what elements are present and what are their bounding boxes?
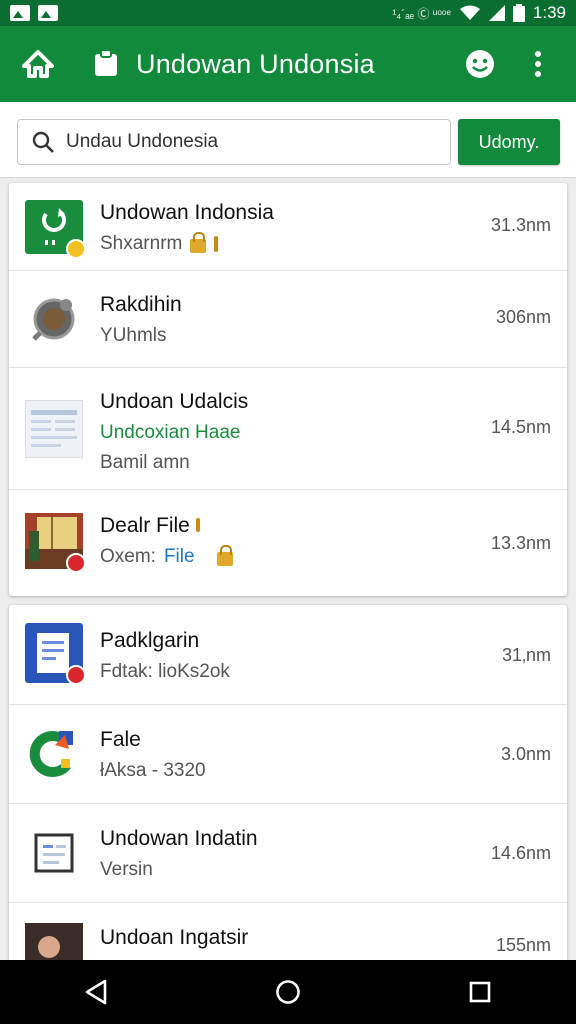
item-texts: Undoan Udalcis Undcoxian Haae Bamil amn: [100, 390, 248, 474]
wifi-icon: [459, 5, 480, 20]
app-toolbar: Undowan Undonsia: [0, 26, 576, 102]
item-subtitle: Oxem:: [100, 546, 156, 567]
search-icon: [32, 131, 54, 153]
list-item[interactable]: Undoan Udalcis Undcoxian Haae Bamil amn …: [9, 368, 567, 490]
item-subtitle: łAksa - 3320: [100, 760, 206, 781]
home-icon[interactable]: [18, 44, 58, 84]
search-box[interactable]: [17, 119, 451, 165]
person-photo-icon: [25, 923, 83, 965]
item-texts: Padklgarin Fdtak: lioKs2ok: [100, 629, 230, 683]
item-title: Dealr File: [100, 514, 190, 537]
framed-doc-icon: [25, 824, 83, 882]
results-card-top: Undowan Indonsia Shxarnrm 31.3nm Rakdihi…: [9, 183, 567, 596]
item-subtitle-line: Shxarnrm: [100, 232, 274, 255]
item-texts: Undoan Ingatsir: [100, 926, 248, 950]
item-title: Padklgarin: [100, 629, 200, 652]
pin-icon: [214, 236, 219, 252]
lock-icon: [216, 545, 233, 566]
item-title: Fale: [100, 728, 141, 751]
item-subtitle: YUhmls: [100, 325, 167, 346]
smiley-icon[interactable]: [460, 44, 500, 84]
list-item[interactable]: Rakdihin YUhmls 306nm: [9, 271, 567, 368]
page-title: Undowan Undonsia: [136, 48, 375, 79]
badge-icon: [66, 553, 86, 573]
item-texts: Rakdihin YUhmls: [100, 293, 182, 347]
item-subtitle: Fdtak: lioKs2ok: [100, 661, 230, 682]
lock-icon: [190, 232, 207, 253]
photo-thumb-icon: [25, 512, 86, 573]
search-bar: Udomy.: [0, 102, 576, 178]
recents-icon[interactable]: [445, 967, 515, 1017]
results-card-bottom: Padklgarin Fdtak: lioKs2ok 31‚nm Fale łA…: [9, 605, 567, 965]
signal-icon: [488, 5, 505, 21]
item-subtitle: Shxarnrm: [100, 233, 183, 254]
gear-lens-icon: [25, 290, 83, 348]
item-size: 3.0nm: [500, 744, 551, 764]
item-size: 155nm: [495, 935, 551, 955]
search-input[interactable]: [66, 131, 426, 153]
item-size: 14.6nm: [490, 843, 551, 863]
back-icon[interactable]: [61, 967, 131, 1017]
image-icon: [38, 5, 58, 21]
item-title: Undowan Indonsia: [100, 201, 274, 224]
item-title: Undoan Ingatsir: [100, 926, 249, 949]
item-title: Rakdihin: [100, 293, 182, 316]
home-circle-icon[interactable]: [253, 967, 323, 1017]
list-item[interactable]: Fale łAksa - 3320 3.0nm: [9, 705, 567, 804]
item-size: 31‚nm: [501, 645, 551, 665]
item-subtitle: Versin: [100, 859, 153, 880]
item-title-line: Dealr File: [100, 514, 233, 538]
item-subtitle: Undcoxian Haae: [100, 422, 241, 443]
list-item[interactable]: Padklgarin Fdtak: lioKs2ok 31‚nm: [9, 605, 567, 705]
item-title: Undowan Indatin: [100, 827, 258, 850]
status-indicators: ¹₄´ₐₑ Ⓒ ᵘᵒᵒᵉ: [392, 6, 451, 21]
item-texts: Fale łAksa - 3320: [100, 728, 206, 782]
clock: 1:39: [532, 3, 566, 22]
item-size: 31.3nm: [490, 215, 551, 235]
item-size: 306nm: [495, 307, 551, 327]
blue-doc-icon: [25, 623, 86, 685]
pin-icon: [195, 518, 200, 532]
item-texts: Undowan Indatin Versin: [100, 827, 258, 881]
list-item[interactable]: Undowan Indatin Versin 14.6nm: [9, 804, 567, 903]
badge-icon: [66, 665, 86, 685]
item-texts: Undowan Indonsia Shxarnrm: [100, 201, 274, 255]
item-size: 13.3nm: [490, 533, 551, 553]
item-detail: Bamil amn: [100, 452, 190, 473]
list-item[interactable]: Undoan Ingatsir 155nm: [9, 903, 567, 965]
gallery-icon: [10, 5, 30, 21]
search-button[interactable]: Udomy.: [458, 119, 560, 165]
item-size: 14.5nm: [490, 417, 551, 437]
app-green-icon: [25, 198, 86, 259]
google-c-icon: [25, 725, 83, 783]
overflow-menu-icon[interactable]: [518, 44, 558, 84]
item-subtitle-link[interactable]: File: [164, 546, 195, 568]
list-item[interactable]: Undowan Indonsia Shxarnrm 31.3nm: [9, 183, 567, 271]
clipboard-icon[interactable]: [86, 44, 126, 84]
item-subtitle-line: Oxem: File: [100, 545, 233, 568]
battery-icon: [512, 4, 525, 22]
item-texts: Dealr File Oxem: File: [100, 514, 233, 568]
system-nav-bar: [0, 960, 576, 1024]
status-left: [10, 5, 58, 21]
badge-icon: [66, 239, 86, 259]
document-preview-icon: [25, 400, 83, 458]
status-bar: ¹₄´ₐₑ Ⓒ ᵘᵒᵒᵉ 1:39: [0, 0, 576, 26]
item-title: Undoan Udalcis: [100, 390, 249, 413]
list-item[interactable]: Dealr File Oxem: File 13.3nm: [9, 490, 567, 596]
status-right: ¹₄´ₐₑ Ⓒ ᵘᵒᵒᵉ 1:39: [392, 3, 566, 23]
